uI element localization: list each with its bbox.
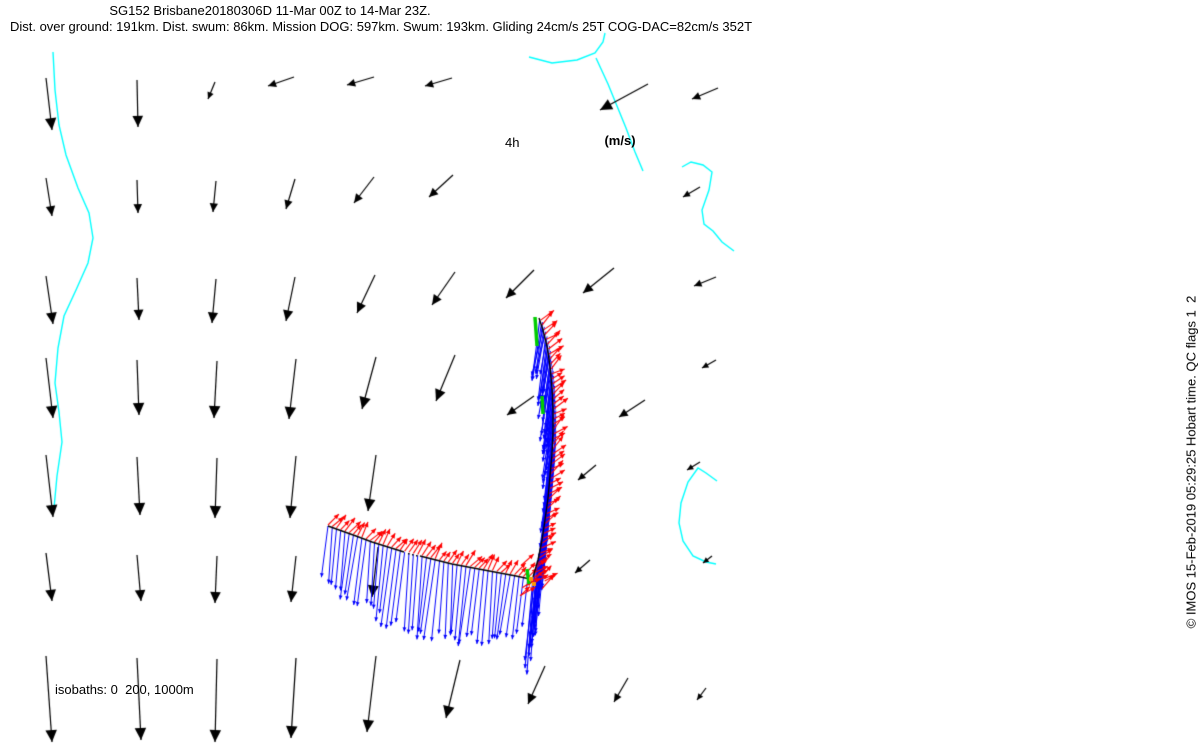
figure-canvas — [0, 0, 1200, 750]
glider-mission-figure: SG152 Brisbane20180306D 11-Mar 00Z to 14… — [0, 0, 1200, 750]
copyright-note: © IMOS 15-Feb-2019 05:29:25 Hobart time.… — [1183, 295, 1199, 629]
legend-colorbar-title: (m/s) — [604, 133, 636, 148]
page-title: SG152 Brisbane20180306D 11-Mar 00Z to 14… — [109, 3, 431, 18]
isobaths-note: isobaths: 0 200, 1000m — [55, 682, 194, 697]
page-subtitle: Dist. over ground: 191km. Dist. swum: 86… — [9, 19, 753, 34]
legend-window-label: 4h — [505, 135, 520, 150]
